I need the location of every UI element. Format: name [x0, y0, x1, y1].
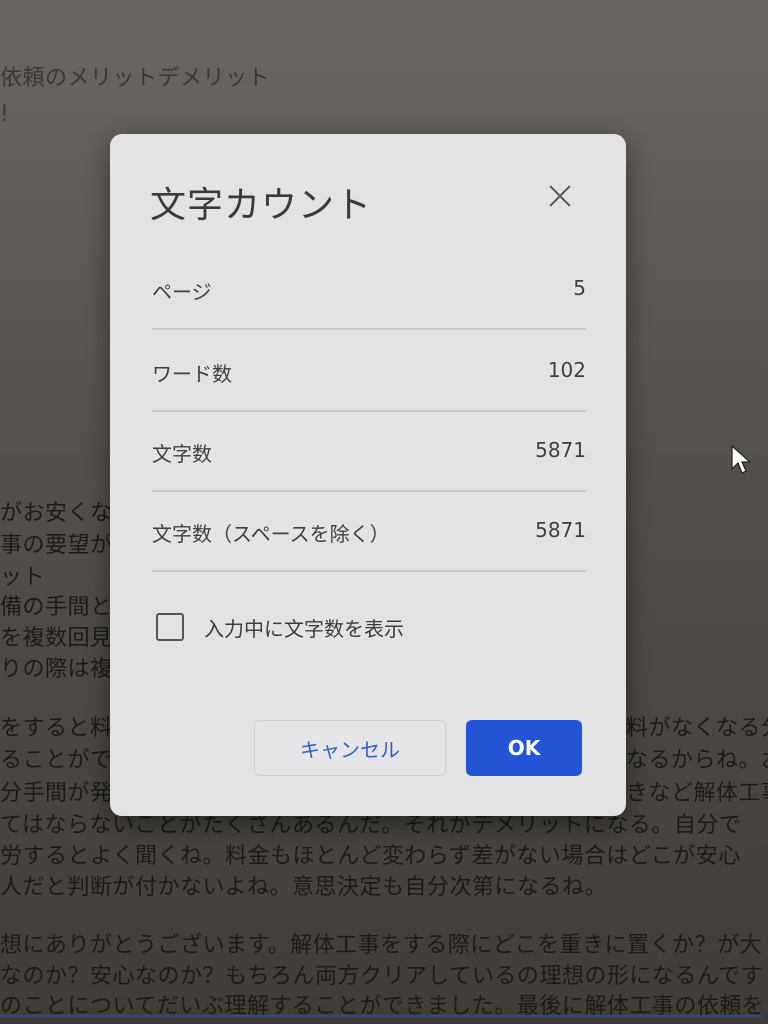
doc-line: !	[0, 102, 10, 127]
doc-line: りの際は複	[0, 657, 113, 682]
mouse-pointer-icon	[731, 445, 751, 474]
display-while-typing-checkbox[interactable]	[156, 613, 184, 641]
doc-line: 事の要望が	[0, 533, 113, 558]
stat-row-pages: ページ 5	[152, 250, 586, 330]
doc-line: 想にありがとうございます。解体工事をする際にどこを重きに置くか？が大	[0, 933, 763, 958]
doc-line: がお安くな	[0, 501, 113, 526]
cancel-button[interactable]: キャンセル	[254, 720, 446, 776]
doc-line: きなど解体工事	[626, 781, 768, 806]
stat-label: 文字数	[152, 442, 212, 466]
stat-row-words: ワード数 102	[152, 332, 586, 412]
dialog-title: 文字カウント	[150, 185, 373, 226]
doc-line: のことについてだいぶ理解することができました。最後に解体工事の依頼を	[0, 994, 765, 1019]
doc-line: 分手間が発	[0, 781, 113, 806]
stat-row-characters: 文字数 5871	[152, 412, 586, 492]
doc-line: てはならないことがたくさんあるんだ。それがデメリットになる。自分で	[0, 813, 742, 838]
close-icon[interactable]	[547, 183, 573, 209]
doc-line: 備の手間と	[0, 595, 113, 620]
doc-line: をすると料	[0, 716, 113, 741]
doc-line: ット	[0, 565, 46, 590]
ok-button[interactable]: OK	[466, 720, 582, 776]
stat-label: 文字数（スペースを除く）	[152, 522, 390, 546]
stat-value: 5871	[535, 438, 586, 462]
stat-label: ページ	[152, 280, 212, 304]
stat-row-characters-no-spaces: 文字数（スペースを除く） 5871	[152, 492, 586, 572]
doc-line: 人だと判断が付かないよね。意思決定も自分次第になるね。	[0, 875, 608, 900]
stat-value: 5871	[535, 518, 586, 542]
doc-line: を複数回見	[0, 626, 113, 651]
doc-line: なるからね。お	[626, 748, 768, 773]
word-count-dialog: 文字カウント ページ 5 ワード数 102 文字数 5871 文字数（スペースを…	[110, 134, 626, 816]
doc-line: なのか？安心なのか？もちろん両方クリアしているの理想の形になるんです	[0, 964, 764, 989]
checkbox-label: 入力中に文字数を表示	[204, 616, 404, 641]
doc-line: 料がなくなる分	[626, 716, 768, 741]
doc-line: 依頼のメリットデメリット	[0, 66, 271, 91]
stat-value: 102	[547, 358, 586, 382]
stat-label: ワード数	[152, 362, 232, 386]
doc-line: ることがで	[0, 748, 113, 773]
doc-line: 労するとよく聞くね。料金もほとんど変わらず差がない場合はどこが安心	[0, 844, 741, 869]
display-while-typing-option[interactable]: 入力中に文字数を表示	[156, 612, 404, 642]
stat-value: 5	[573, 276, 586, 300]
